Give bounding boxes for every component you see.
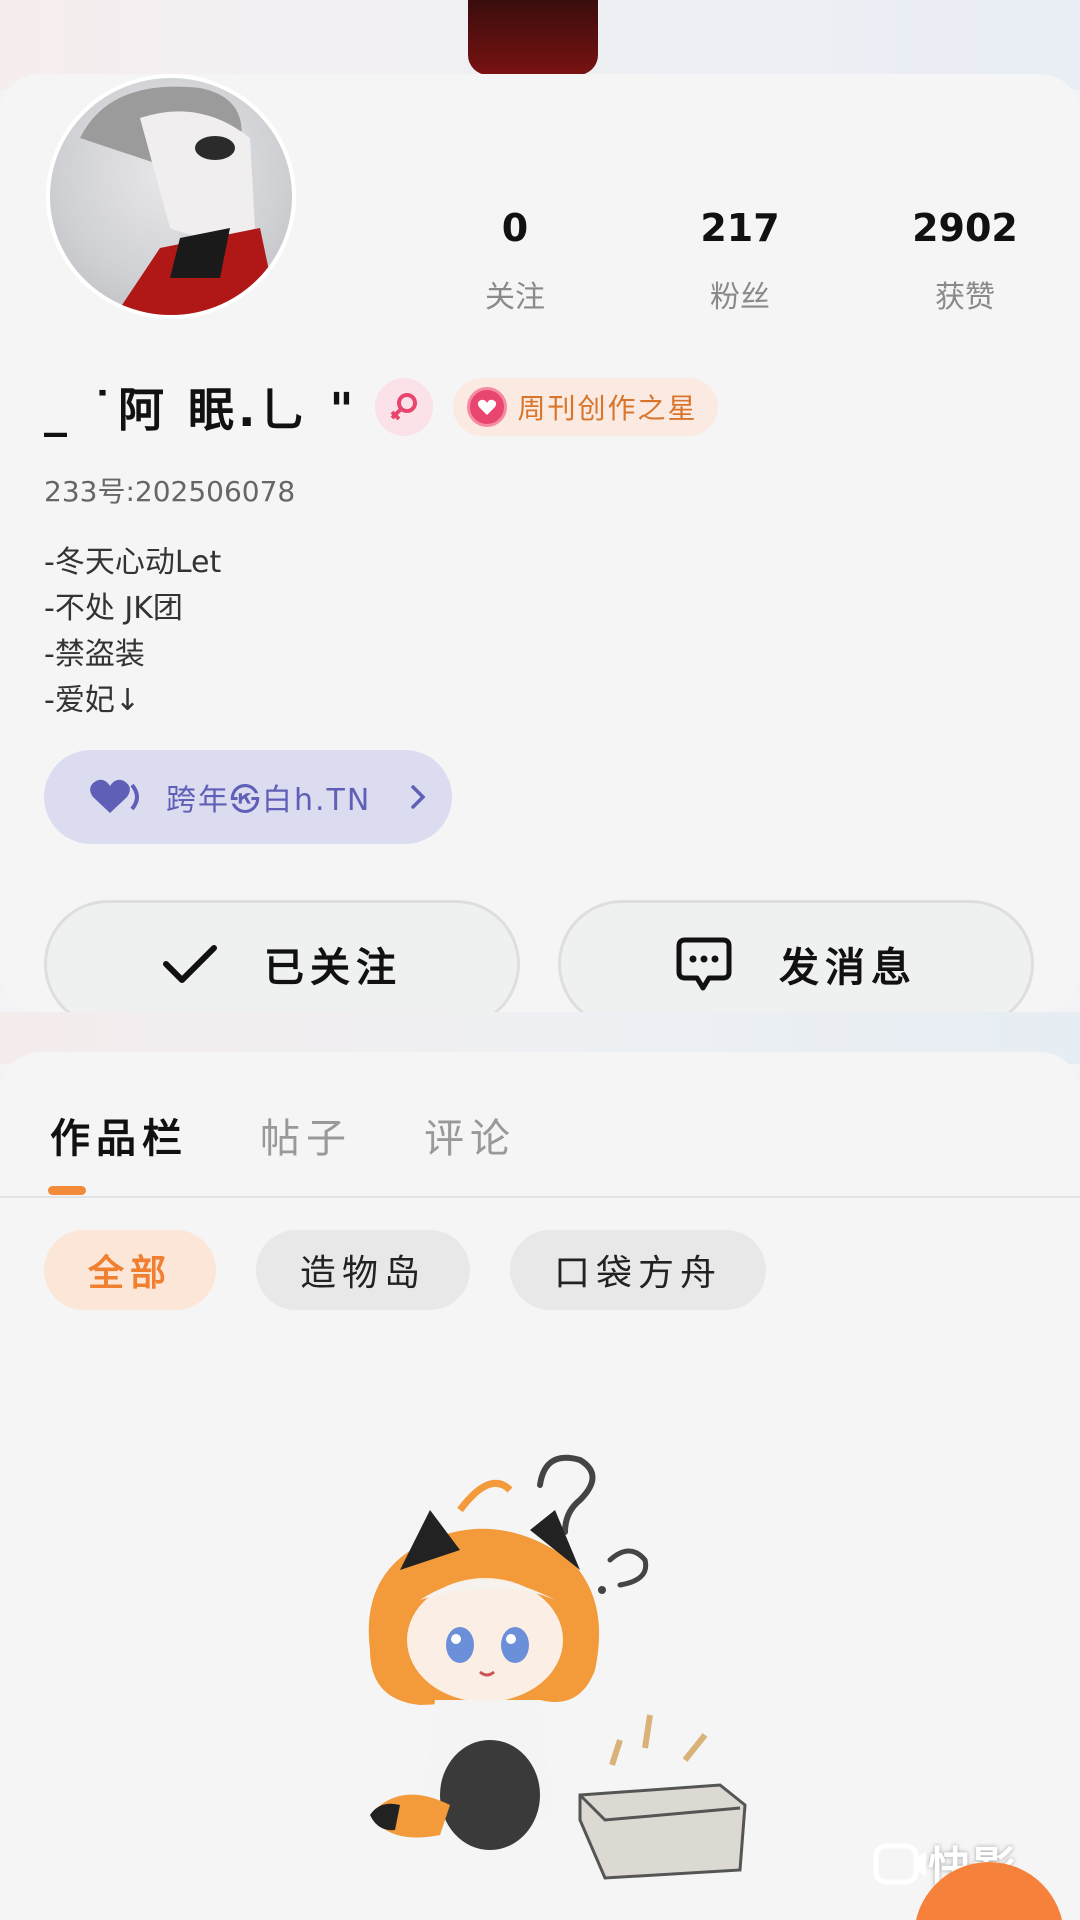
user-id: 233号:202506078 — [44, 475, 296, 508]
stat-likes[interactable]: 2902 获赞 — [870, 202, 1060, 316]
stat-value: 217 — [700, 206, 780, 250]
avatar[interactable] — [46, 74, 296, 319]
filter-pocket-ark[interactable]: 口袋方舟 — [510, 1230, 767, 1310]
header-character-image — [468, 0, 598, 75]
stats-row: 0 关注 217 粉丝 2902 获赞 — [420, 202, 1060, 316]
female-icon — [375, 378, 434, 436]
stat-label: 粉丝 — [710, 280, 770, 315]
message-button[interactable]: 发消息 — [558, 900, 1034, 1028]
stat-label: 关注 — [485, 280, 545, 315]
filter-creation-island[interactable]: 造物岛 — [256, 1230, 471, 1310]
chevron-right-icon — [411, 785, 426, 809]
filter-all[interactable]: 全部 — [44, 1230, 217, 1310]
following-button[interactable]: 已关注 — [44, 900, 520, 1028]
tab-bar: 作品栏 帖子 评论 — [50, 1106, 588, 1164]
tab-indicator — [48, 1186, 86, 1195]
following-button-label: 已关注 — [264, 945, 402, 991]
bio-line: -爱妃↓ — [44, 683, 140, 718]
chat-bubble-icon — [676, 937, 732, 991]
bio-line: -不处 JK团 — [44, 591, 183, 626]
divider — [0, 1196, 1080, 1198]
stat-value: 2902 — [912, 206, 1018, 250]
check-icon — [163, 945, 217, 983]
stat-followers[interactable]: 217 粉丝 — [645, 202, 835, 316]
empty-state-illustration — [368, 1454, 747, 1880]
heart-badge-icon — [467, 387, 508, 427]
tab-posts[interactable]: 帖子 — [260, 1106, 352, 1164]
stat-value: 0 — [501, 206, 529, 250]
profile-card: 0 关注 217 粉丝 2902 获赞 _ ˙阿 眠.乚 " 周刊创作之星 23… — [0, 74, 1080, 1028]
stat-label: 获赞 — [935, 280, 995, 315]
username: _ ˙阿 眠.乚 " — [44, 383, 358, 437]
bio-line: -禁盗装 — [44, 637, 145, 672]
avatar-illustration — [80, 86, 279, 315]
video-logo-icon — [873, 1843, 926, 1885]
tab-comments[interactable]: 评论 — [424, 1106, 516, 1164]
message-button-label: 发消息 — [779, 945, 917, 991]
bio: -冬天心动Let -不处 JK团 -禁盗装 -爱妃↓ — [44, 540, 221, 724]
creator-badge-label: 周刊创作之星 — [517, 392, 698, 425]
heart-icon — [90, 779, 139, 813]
bio-line: -冬天心动Let — [44, 545, 222, 580]
filter-chips: 全部 造物岛 口袋方舟 — [44, 1230, 806, 1310]
profile-link-label: 跨年㉿白h.TN — [166, 783, 372, 818]
tab-works[interactable]: 作品栏 — [50, 1106, 188, 1164]
creator-badge[interactable]: 周刊创作之星 — [453, 378, 718, 436]
profile-link[interactable]: 跨年㉿白h.TN — [44, 750, 452, 844]
stat-following[interactable]: 0 关注 — [420, 202, 610, 316]
name-row: _ ˙阿 眠.乚 " 周刊创作之星 — [44, 372, 718, 442]
